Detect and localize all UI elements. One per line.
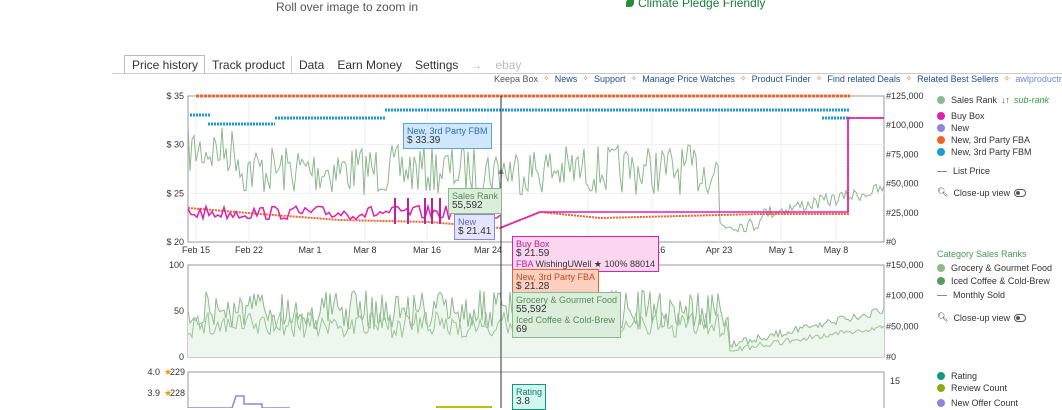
tip-seller: FBA WishingUWell ★ 100% 88014 xyxy=(516,259,655,269)
legend-label: List Price xyxy=(953,166,991,176)
y-tick-label-right: #100,000 xyxy=(886,120,924,130)
rank-y-left-label: 50 xyxy=(174,306,184,316)
legend-new-offer-count[interactable]: New Offer Count xyxy=(937,398,1018,408)
rank-y-left-label: 100 xyxy=(169,260,184,270)
y-tick-label-left: $ 30 xyxy=(166,140,184,150)
rank-y-right-label: #0 xyxy=(886,352,896,362)
tip-value: 3.8 xyxy=(516,396,530,407)
y-tick-label-left: $ 25 xyxy=(166,188,184,198)
review-count-label: 228 xyxy=(170,388,185,398)
category-ranks-heading: Category Sales Ranks xyxy=(937,249,1027,259)
seller-count: 88014 xyxy=(630,259,656,269)
x-tick-label: May 8 xyxy=(824,245,849,255)
line-icon xyxy=(937,294,947,296)
tip-value: $ 21.41 xyxy=(458,226,492,237)
rank-y-right-label: #50,000 xyxy=(886,321,919,331)
y-tick-label-left: $ 35 xyxy=(166,91,184,101)
dot-icon xyxy=(937,264,945,272)
tip-sub: Iced Coffee & Cold-Brew xyxy=(516,315,615,325)
dot-icon xyxy=(937,372,945,380)
legend-fba[interactable]: New, 3rd Party FBA xyxy=(937,135,1030,145)
tooltip-new: New $ 21.41 xyxy=(454,214,496,240)
closeup-toggle-2[interactable]: 🔍︎ Close-up view xyxy=(937,312,1026,323)
x-tick-label: Apr 23 xyxy=(706,245,733,255)
closeup-toggle-1[interactable]: 🔍︎ Close-up view xyxy=(937,187,1026,198)
legend-label: New xyxy=(951,123,970,133)
legend-fbm[interactable]: New, 3rd Party FBM xyxy=(937,147,1032,157)
dot-icon xyxy=(937,136,945,144)
tip-sub-value: 69 xyxy=(516,324,528,335)
legend-review-count[interactable]: Review Count xyxy=(937,383,1007,393)
toggle-icon[interactable] xyxy=(1013,188,1026,197)
y-tick-label-right: #50,000 xyxy=(886,179,919,189)
tip-value: 55,592 xyxy=(452,200,483,211)
x-tick-label: Feb 22 xyxy=(235,245,263,255)
legend-label: Iced Coffee & Cold-Brew xyxy=(951,276,1050,286)
rank-y-right-label: #150,000 xyxy=(886,260,924,270)
x-tick-label: May 1 xyxy=(769,245,794,255)
tooltip-fbm: New, 3rd Party FBM $ 33.39 xyxy=(403,123,492,149)
legend-buy-box[interactable]: Buy Box xyxy=(937,111,985,121)
legend-monthly-sold[interactable]: Monthly Sold xyxy=(937,290,1005,300)
search-icon: 🔍︎ xyxy=(937,312,949,322)
legend-label: New, 3rd Party FBA xyxy=(951,135,1031,145)
y-tick-label-right: #125,000 xyxy=(886,91,924,101)
legend-label: Review Count xyxy=(951,383,1008,393)
dot-icon xyxy=(937,112,945,120)
y-tick-label-right: #75,000 xyxy=(886,149,919,159)
subrank-label: sub-rank xyxy=(1014,95,1050,105)
legend-label: Monthly Sold xyxy=(953,290,1006,300)
rank-y-left-label: 0 xyxy=(179,352,184,362)
rating-label: 3.9 xyxy=(147,388,160,398)
heading-label: Category Sales Ranks xyxy=(937,249,1027,259)
legend-rating[interactable]: Rating xyxy=(937,371,977,381)
rating-y-right-label: 15 xyxy=(890,376,900,386)
seller-prefix: FBA xyxy=(516,259,534,269)
dot-icon xyxy=(937,124,945,132)
dot-icon xyxy=(937,399,945,407)
legend-label: Close-up view xyxy=(953,187,1010,198)
keepa-charts[interactable]: $ 35$ 30$ 25$ 20#125,000#100,000#75,000#… xyxy=(0,0,1062,408)
search-icon: 🔍︎ xyxy=(937,187,949,197)
x-tick-label: Feb 15 xyxy=(182,245,210,255)
rating-label: 4.0 xyxy=(147,367,160,377)
tip-value: $ 21.59 xyxy=(516,248,550,259)
toggle-icon[interactable] xyxy=(1013,313,1026,322)
legend-sales-rank[interactable]: Sales Rank ↓↑ sub-rank xyxy=(937,95,1049,105)
rank-y-right-label: #100,000 xyxy=(886,291,924,301)
tip-value: 55,592 xyxy=(516,304,547,315)
legend-list-price[interactable]: List Price xyxy=(937,166,990,176)
dot-icon xyxy=(937,384,945,392)
legend-label: Close-up view xyxy=(953,312,1010,323)
legend-label: New Offer Count xyxy=(951,398,1018,408)
dot-icon xyxy=(937,96,945,104)
legend-label: Rating xyxy=(951,371,978,381)
x-tick-label: Mar 1 xyxy=(298,245,321,255)
seller-rating: ★ 100% xyxy=(593,259,628,269)
review-count-label: 229 xyxy=(170,367,185,377)
x-tick-label: Mar 24 xyxy=(474,245,502,255)
dot-icon xyxy=(937,148,945,156)
legend-new[interactable]: New xyxy=(937,123,969,133)
dot-icon xyxy=(937,277,945,285)
tooltip-rating: Rating 3.8 xyxy=(512,384,547,410)
legend-label: Sales Rank xyxy=(951,95,998,105)
tooltip-category: Grocery & Gourmet Food 55,592 Iced Coffe… xyxy=(512,292,622,338)
line-icon xyxy=(937,170,947,172)
tip-value: $ 33.39 xyxy=(407,135,441,146)
sort-icon: ↓↑ xyxy=(1001,95,1011,105)
legend-label: Buy Box xyxy=(951,111,985,121)
legend-label: Grocery & Gourmet Food xyxy=(951,263,1053,273)
legend-iced-coffee[interactable]: Iced Coffee & Cold-Brew xyxy=(937,276,1050,286)
legend-grocery[interactable]: Grocery & Gourmet Food xyxy=(937,263,1052,273)
x-tick-label: Mar 8 xyxy=(353,245,376,255)
legend-label: New, 3rd Party FBM xyxy=(951,147,1032,157)
x-tick-label: Mar 16 xyxy=(413,245,441,255)
seller-name: WishingUWell xyxy=(535,259,592,269)
tooltip-buybox: Buy Box $ 21.59 FBA WishingUWell ★ 100% … xyxy=(512,236,660,272)
tip-value: $ 21.28 xyxy=(516,281,550,292)
tooltip-sales-rank: Sales Rank 55,592 xyxy=(448,188,503,214)
y-tick-label-right: #0 xyxy=(886,237,896,247)
y-tick-label-right: #25,000 xyxy=(886,208,919,218)
